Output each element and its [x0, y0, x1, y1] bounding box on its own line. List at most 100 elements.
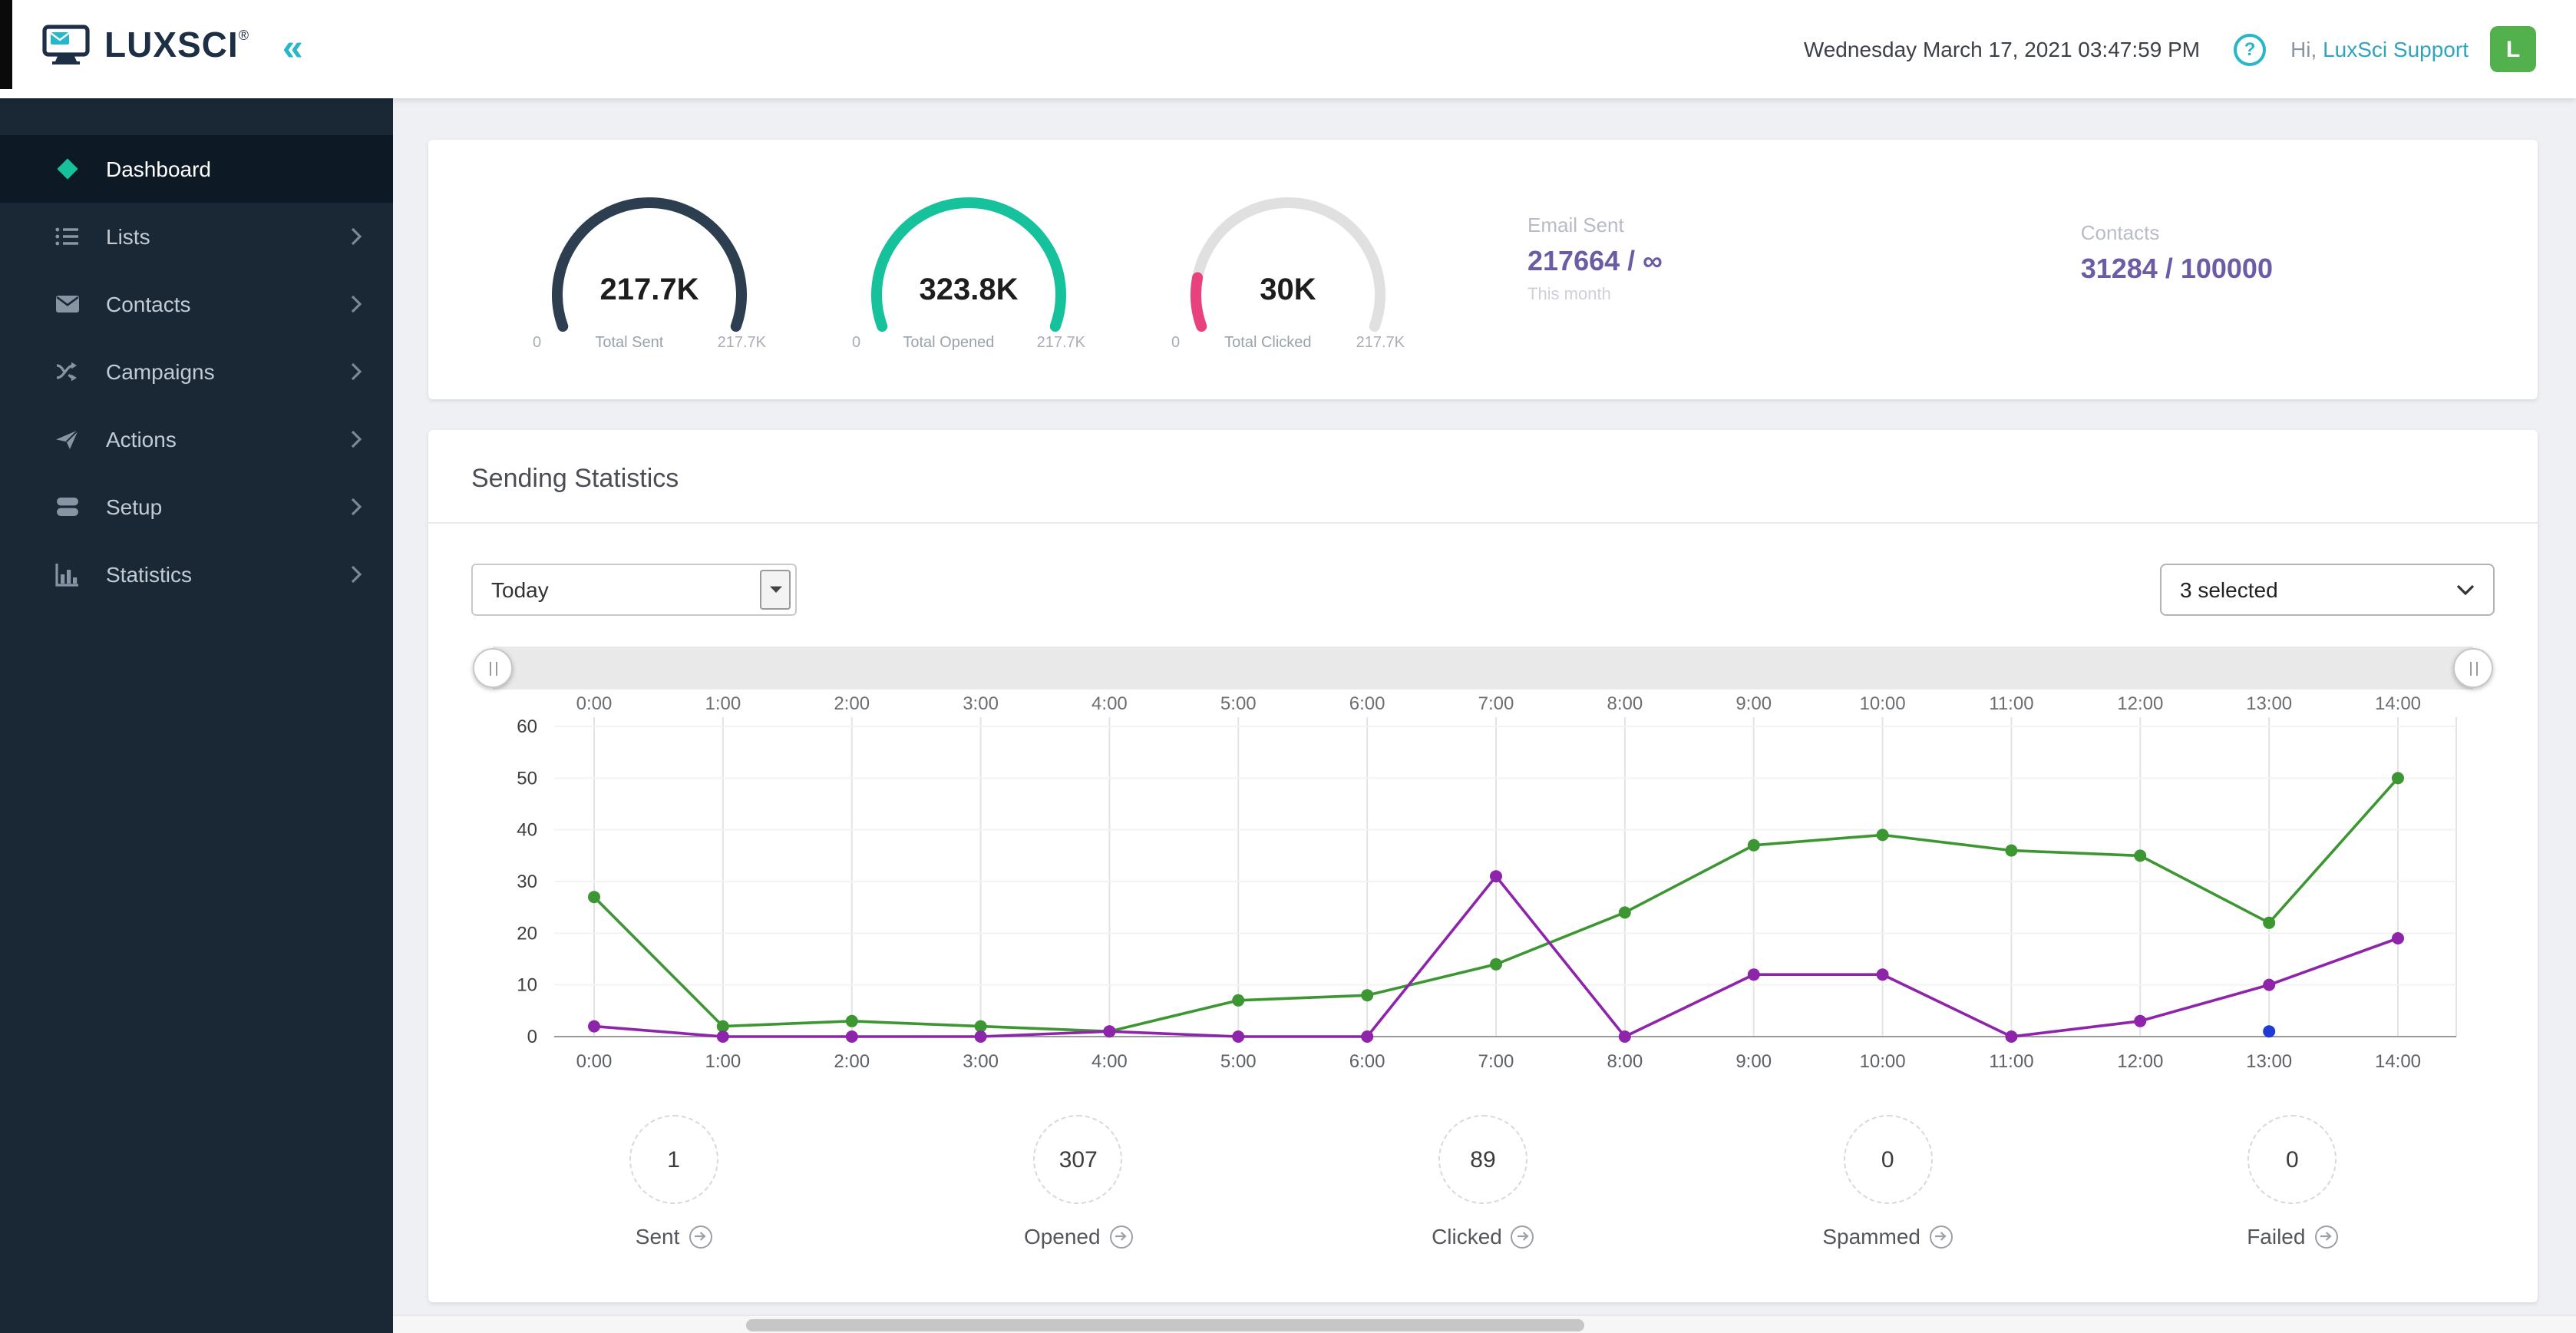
sidebar-item-setup[interactable]: Setup	[0, 473, 393, 541]
drag-handle-icon	[489, 661, 490, 675]
sidebar-item-label: Contacts	[106, 292, 191, 316]
email-sent-kpi: Email Sent 217664 / ∞ This month	[1527, 213, 2038, 304]
sidebar-item-contacts[interactable]: Contacts	[0, 270, 393, 338]
period-filter-combobox[interactable]: Today	[471, 564, 797, 616]
axis-tick-label: 5:00	[1220, 1050, 1257, 1072]
axis-tick-label: 12:00	[2117, 693, 2164, 714]
sending-statistics-chart: 0:00 1:00 2:00 3:00 4:00 5:00 6:00 7:00 8:00 9:00…	[471, 647, 2495, 1075]
period-filter-value[interactable]: Today	[473, 577, 760, 602]
gauge-value: 30K	[1260, 273, 1316, 307]
axis-tick-label: 1:00	[705, 693, 741, 714]
gauge-min: 0	[533, 335, 542, 352]
badge-value: 0	[1843, 1115, 1933, 1204]
sidebar-item-actions[interactable]: Actions	[0, 405, 393, 473]
drag-handle-icon	[2475, 661, 2477, 675]
axis-tick-label: 0:00	[576, 693, 613, 714]
x-axis-labels: 0:00 1:00 2:00 3:00 4:00 5:00 6:00 7:00 8:00 9:00…	[471, 1047, 2495, 1075]
svg-text:0: 0	[527, 1027, 537, 1047]
axis-tick-label: 14:00	[2374, 1050, 2422, 1072]
sidebar-item-campaigns[interactable]: Campaigns	[0, 338, 393, 405]
arrow-right-icon[interactable]	[689, 1225, 712, 1248]
greeting: Hi, LuxSci Support	[2290, 37, 2469, 61]
axis-tick-label: 2:00	[834, 1050, 870, 1072]
axis-tick-label: 1:00	[705, 1050, 741, 1072]
svg-text:60: 60	[517, 717, 537, 737]
gauge-label: Total Sent	[595, 335, 664, 352]
greeting-prefix: Hi,	[2290, 37, 2317, 61]
badge-label: Clicked	[1432, 1224, 1502, 1249]
axis-tick-label: 3:00	[963, 693, 999, 714]
panel-title: Sending Statistics	[471, 464, 679, 493]
avatar[interactable]: L	[2490, 26, 2536, 72]
sidebar-item-label: Setup	[106, 495, 163, 519]
badge-clicked: 89 Clicked	[1280, 1115, 1685, 1249]
chevron-right-icon	[350, 498, 362, 516]
arrow-right-icon[interactable]	[1511, 1225, 1534, 1248]
sidebar-item-statistics[interactable]: Statistics	[0, 541, 393, 608]
svg-text:50: 50	[517, 768, 537, 789]
scrollbar-thumb[interactable]	[746, 1319, 1584, 1331]
gauge-arc	[871, 197, 1066, 332]
badge-sent: 1 Sent	[471, 1115, 876, 1249]
axis-tick-label: 10:00	[1859, 1050, 1906, 1072]
drag-handle-icon	[2469, 661, 2471, 675]
campaigns-icon	[52, 358, 83, 385]
navigator-right-handle[interactable]	[2453, 648, 2493, 688]
sidebar-collapse-button[interactable]: «	[282, 30, 303, 68]
navigator-left-handle[interactable]	[473, 648, 513, 688]
username-link[interactable]: LuxSci Support	[2323, 37, 2469, 61]
horizontal-scrollbar[interactable]	[393, 1315, 2576, 1333]
axis-tick-label: 4:00	[1091, 1050, 1128, 1072]
sidebar-item-dashboard[interactable]: Dashboard	[0, 135, 393, 203]
gauge-total-opened: 323.8K 0 Total Opened 217.7K	[846, 187, 1091, 352]
datetime-text: Wednesday March 17, 2021 03:47:59 PM	[1803, 37, 2201, 61]
svg-text:30: 30	[517, 872, 537, 892]
bar-chart-icon	[52, 561, 83, 588]
axis-tick-label: 2:00	[834, 693, 870, 714]
email-sent-period: This month	[1527, 286, 1611, 304]
gauge-max: 217.7K	[1036, 335, 1085, 352]
axis-tick-label: 8:00	[1607, 693, 1643, 714]
chevron-right-icon	[350, 362, 362, 381]
series-filter-select[interactable]: 3 selected	[2160, 564, 2495, 616]
axis-tick-label: 3:00	[963, 1050, 999, 1072]
axis-tick-label: 14:00	[2374, 693, 2422, 714]
sidebar-item-label: Actions	[106, 427, 177, 452]
sidebar-item-label: Campaigns	[106, 359, 215, 384]
badge-failed: 0 Failed	[2090, 1115, 2495, 1249]
gauge-min: 0	[1171, 335, 1181, 352]
axis-tick-label: 7:00	[1478, 693, 1514, 714]
divider	[428, 522, 2538, 524]
arrow-right-icon[interactable]	[2314, 1225, 2338, 1248]
chart-range-navigator[interactable]	[473, 647, 2493, 690]
gauge-label: Total Opened	[903, 335, 995, 352]
chart-controls: Today 3 selected	[471, 564, 2495, 616]
sidebar-item-label: Statistics	[106, 562, 193, 587]
contacts-icon	[52, 290, 83, 318]
luxsci-dashboard-page: LUXSCI ® « Wednesday March 17, 2021 03:4…	[0, 0, 2576, 1333]
gauge-total-sent: 217.7K 0 Total Sent 217.7K	[527, 187, 772, 352]
axis-tick-label: 6:00	[1349, 1050, 1385, 1072]
gauge-value: 323.8K	[919, 273, 1019, 307]
chevron-right-icon	[350, 565, 362, 584]
sidebar: Dashboard Lists Contacts Campaigns Actio…	[0, 98, 393, 1333]
sidebar-item-lists[interactable]: Lists	[0, 203, 393, 270]
arrow-right-icon[interactable]	[1929, 1225, 1953, 1248]
arrow-right-icon[interactable]	[1109, 1225, 1133, 1248]
badge-label: Failed	[2247, 1224, 2306, 1249]
screen-corner-artifact	[0, 0, 12, 89]
axis-tick-label: 10:00	[1859, 693, 1906, 714]
chevron-right-icon	[350, 227, 362, 246]
main-content: 217.7K 0 Total Sent 217.7K 323.8K 0 Tota…	[393, 98, 2576, 1315]
totals-badges: 1 Sent 307 Opened 89 Clicked 0 Spammed 0	[471, 1115, 2495, 1249]
help-icon[interactable]: ?	[2234, 33, 2267, 65]
line-chart-plot[interactable]: 0 10 20 30 40 50 60	[471, 717, 2495, 1047]
logo-text: LUXSCI	[104, 25, 239, 64]
luxsci-logo[interactable]: LUXSCI ®	[40, 25, 249, 74]
series-filter-value[interactable]: 3 selected	[2162, 577, 2456, 602]
database-icon	[52, 493, 83, 521]
axis-tick-label: 12:00	[2117, 1050, 2164, 1072]
dropdown-arrow-icon[interactable]	[760, 570, 791, 610]
badge-value: 0	[2247, 1115, 2337, 1204]
summary-card: 217.7K 0 Total Sent 217.7K 323.8K 0 Tota…	[428, 140, 2538, 399]
